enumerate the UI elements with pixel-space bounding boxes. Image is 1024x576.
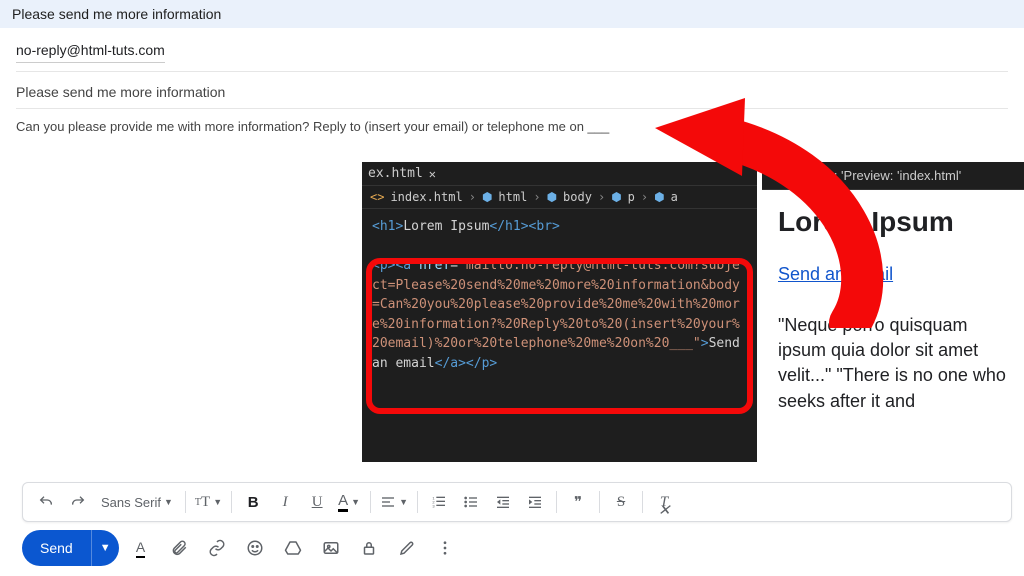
node-icon: ⬢	[654, 190, 664, 204]
compose-header-title: Please send me more information	[12, 6, 221, 22]
divider	[599, 491, 600, 513]
insert-drive-button[interactable]	[277, 532, 309, 564]
preview-quote: "Neque porro quisquam ipsum quia dolor s…	[778, 313, 1008, 414]
node-icon: ⬢	[482, 190, 492, 204]
subject-value: Please send me more information	[16, 84, 225, 100]
send-toolbar: Send ▼ A	[22, 530, 461, 566]
font-family-select[interactable]: Sans Serif▼	[95, 487, 179, 517]
to-field[interactable]: no-reply@html-tuts.com	[16, 32, 165, 63]
preview-panel: ≡ Preview: 'Preview: 'index.html' Lorem …	[762, 162, 1024, 462]
text-color-tool[interactable]: A	[125, 532, 157, 564]
preview-tab[interactable]: ≡ Preview: 'Preview: 'index.html'	[762, 162, 1024, 190]
editor-tab-label: ex.html	[368, 166, 423, 181]
body-field[interactable]: Can you please provide me with more info…	[16, 109, 1008, 144]
more-options-button[interactable]	[429, 532, 461, 564]
preview-content: Lorem Ipsum Send an email "Neque porro q…	[762, 190, 1024, 462]
underline-button[interactable]: U	[302, 487, 332, 517]
editor-tab[interactable]: ex.html ✕	[362, 162, 757, 186]
code-body[interactable]: <h1>Lorem Ipsum</h1><br> <p><a href="mai…	[362, 209, 757, 381]
bulleted-list-button[interactable]	[456, 487, 486, 517]
insert-emoji-button[interactable]	[239, 532, 271, 564]
node-icon: ⬢	[547, 190, 557, 204]
text-color-button[interactable]: A▼	[334, 487, 364, 517]
divider	[642, 491, 643, 513]
insert-link-button[interactable]	[201, 532, 233, 564]
insert-signature-button[interactable]	[391, 532, 423, 564]
indent-less-button[interactable]	[488, 487, 518, 517]
numbered-list-button[interactable]: 123	[424, 487, 454, 517]
body-value: Can you please provide me with more info…	[16, 119, 609, 134]
preview-tab-label: Preview: 'Preview: 'index.html'	[788, 168, 962, 183]
align-button[interactable]: ▼	[377, 487, 411, 517]
preview-icon: ≡	[772, 168, 780, 183]
crumb-body[interactable]: body	[563, 190, 592, 204]
italic-button[interactable]: I	[270, 487, 300, 517]
preview-heading: Lorem Ipsum	[778, 206, 1008, 238]
crumb-p[interactable]: p	[628, 190, 635, 204]
crumb-file[interactable]: index.html	[390, 190, 462, 204]
quote-button[interactable]: ❞	[563, 487, 593, 517]
svg-text:3: 3	[432, 503, 435, 508]
send-button[interactable]: Send	[22, 530, 91, 566]
confidential-mode-button[interactable]	[353, 532, 385, 564]
divider	[417, 491, 418, 513]
format-toolbar: Sans Serif▼ TT▼ B I U A▼ ▼ 123 ❞ S T✕	[22, 482, 1012, 522]
divider	[556, 491, 557, 513]
font-size-select[interactable]: TT▼	[192, 487, 225, 517]
insert-photo-button[interactable]	[315, 532, 347, 564]
preview-link[interactable]: Send an email	[778, 264, 893, 284]
redo-button[interactable]	[63, 487, 93, 517]
breadcrumb: <> index.html › ⬢ html › ⬢ body › ⬢ p › …	[362, 186, 757, 209]
file-icon: <>	[370, 190, 384, 204]
attach-file-button[interactable]	[163, 532, 195, 564]
close-icon[interactable]: ✕	[429, 167, 436, 181]
crumb-a[interactable]: a	[671, 190, 678, 204]
divider	[231, 491, 232, 513]
divider	[370, 491, 371, 513]
send-button-group: Send ▼	[22, 530, 119, 566]
divider	[185, 491, 186, 513]
node-icon: ⬢	[611, 190, 621, 204]
send-more-button[interactable]: ▼	[91, 530, 119, 566]
to-value: no-reply@html-tuts.com	[16, 42, 165, 58]
compose-header: Please send me more information	[0, 0, 1024, 28]
code-editor-panel: ex.html ✕ <> index.html › ⬢ html › ⬢ bod…	[362, 162, 757, 462]
indent-more-button[interactable]	[520, 487, 550, 517]
bold-button[interactable]: B	[238, 487, 268, 517]
undo-button[interactable]	[31, 487, 61, 517]
strikethrough-button[interactable]: S	[606, 487, 636, 517]
crumb-html[interactable]: html	[498, 190, 527, 204]
subject-field[interactable]: Please send me more information	[16, 72, 1008, 109]
remove-formatting-button[interactable]: T✕	[649, 487, 679, 517]
